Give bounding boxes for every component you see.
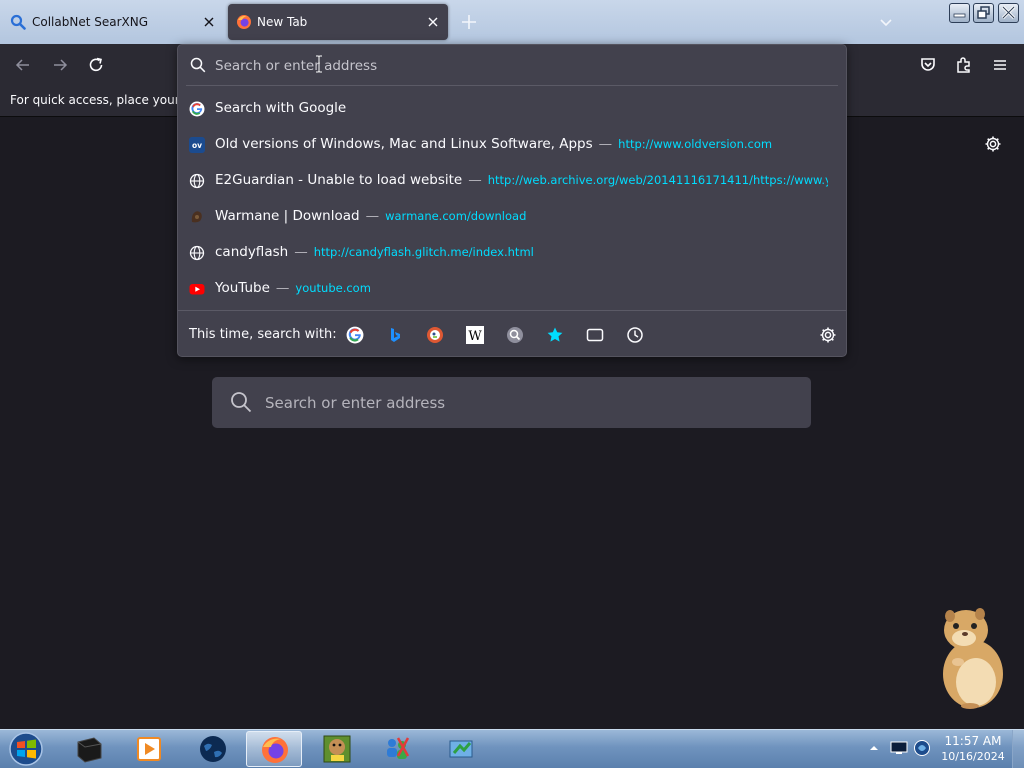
urlbar-result-candyflash[interactable]: candyflash — http://candyflash.glitch.me/i… <box>178 235 846 271</box>
svg-text:ov: ov <box>192 141 202 150</box>
search-settings-gear-icon[interactable] <box>819 326 837 344</box>
start-button[interactable] <box>5 731 47 767</box>
restore-window-button[interactable] <box>973 3 994 23</box>
urlbar-dropdown: Search or enter address Search with Goog… <box>177 44 847 357</box>
newtab-search-placeholder: Search or enter address <box>265 394 446 412</box>
searx-icon[interactable] <box>506 326 524 344</box>
google-icon[interactable] <box>346 326 364 344</box>
forward-arrow-icon[interactable] <box>51 56 69 74</box>
result-title: E2Guardian - Unable to load website <box>215 172 463 188</box>
search-oneoffs: This time, search with: W <box>178 311 846 357</box>
result-url: youtube.com <box>295 281 371 295</box>
close-icon[interactable] <box>202 15 216 29</box>
show-hidden-icons-arrow-icon[interactable] <box>869 743 879 753</box>
clock-time[interactable]: 11:57 AM <box>940 734 1006 748</box>
search-icon <box>10 14 26 30</box>
result-url: http://candyflash.glitch.me/index.html <box>313 245 534 259</box>
result-separator: — <box>365 208 380 224</box>
oneoff-label: This time, search with: <box>189 327 337 342</box>
tab-label: CollabNet SearXNG <box>32 15 149 29</box>
result-separator: — <box>468 172 482 188</box>
duckduckgo-icon[interactable] <box>426 326 444 344</box>
tab-label: New Tab <box>257 15 308 29</box>
show-desktop-button[interactable] <box>1012 730 1024 768</box>
globe-icon <box>189 173 205 189</box>
hamster-mascot-image <box>936 604 1010 710</box>
globe-icon <box>189 245 205 261</box>
urlbar-result-search-google[interactable]: Search with Google <box>178 91 846 127</box>
history-clock-icon[interactable] <box>626 326 644 344</box>
urlbar-result-youtube[interactable]: YouTube — youtube.com <box>178 271 846 307</box>
remote-desktop-icon[interactable] <box>433 731 489 767</box>
bookmarks-hint-text: For quick access, place your bookmarks h… <box>10 93 178 107</box>
new-tab-plus-icon[interactable] <box>460 13 478 31</box>
firefox-icon <box>236 14 252 30</box>
result-url: warmane.com/download <box>385 209 527 223</box>
network-tray-icon[interactable] <box>913 739 931 757</box>
urlbar-input[interactable]: Search or enter address <box>178 45 846 85</box>
urlbar-placeholder: Search or enter address <box>215 58 378 74</box>
network-users-icon[interactable] <box>369 731 425 767</box>
close-window-button[interactable] <box>998 3 1019 23</box>
bing-icon[interactable] <box>386 326 404 344</box>
pocket-icon[interactable] <box>919 56 937 74</box>
urlbar-result-warmane[interactable]: Warmane | Download — warmane.com/download <box>178 199 846 235</box>
result-separator: — <box>598 136 613 152</box>
svg-text:W: W <box>468 329 482 344</box>
tab-collabnet-searxng[interactable]: CollabNet SearXNG <box>2 4 224 40</box>
result-title: candyflash <box>215 244 289 260</box>
firefox-taskbar-icon[interactable] <box>246 731 302 767</box>
taskbar: 11:57 AM 10/16/2024 <box>0 729 1024 768</box>
search-icon <box>230 391 252 413</box>
game-box-icon[interactable] <box>309 731 365 767</box>
close-icon[interactable] <box>426 15 440 29</box>
tabs-icon[interactable] <box>586 326 604 344</box>
clock-date[interactable]: 10/16/2024 <box>940 750 1006 763</box>
result-separator: — <box>275 280 290 296</box>
display-tray-icon[interactable] <box>890 741 908 755</box>
earth-globe-icon[interactable] <box>185 731 241 767</box>
text-cursor-icon <box>315 54 323 74</box>
bookmarks-star-icon[interactable] <box>546 326 564 344</box>
media-player-icon[interactable] <box>121 731 177 767</box>
back-arrow-icon[interactable] <box>14 56 32 74</box>
tab-strip: CollabNet SearXNG New Tab <box>0 0 1024 44</box>
newtab-settings-gear-icon[interactable] <box>984 135 1002 153</box>
result-title: Search with Google <box>215 100 347 116</box>
youtube-icon <box>189 281 205 297</box>
minimize-window-button[interactable] <box>949 3 970 23</box>
warmane-icon <box>189 209 205 225</box>
terminal-icon[interactable] <box>61 731 117 767</box>
hamburger-menu-icon[interactable] <box>991 56 1009 74</box>
search-icon <box>190 57 206 73</box>
reload-icon[interactable] <box>87 56 105 74</box>
result-title: Old versions of Windows, Mac and Linux S… <box>215 136 593 152</box>
extensions-puzzle-icon[interactable] <box>955 56 973 74</box>
result-url: http://web.archive.org/web/2014111617141… <box>487 173 828 187</box>
result-url: http://www.oldversion.com <box>618 137 773 151</box>
oldversion-icon: ov <box>189 137 205 153</box>
tab-new-tab[interactable]: New Tab <box>228 4 448 40</box>
urlbar-result-e2guardian[interactable]: E2Guardian - Unable to load website — http… <box>178 163 846 199</box>
divider <box>186 85 838 86</box>
newtab-search-box[interactable]: Search or enter address <box>212 377 811 428</box>
result-separator: — <box>294 244 308 260</box>
urlbar-result-oldversion[interactable]: ov Old versions of Windows, Mac and Linu… <box>178 127 846 163</box>
wikipedia-icon[interactable]: W <box>466 326 484 344</box>
chevron-down-icon[interactable] <box>878 14 894 30</box>
result-title: Warmane | Download <box>215 208 360 224</box>
google-icon <box>189 101 205 117</box>
result-title: YouTube <box>215 280 270 296</box>
